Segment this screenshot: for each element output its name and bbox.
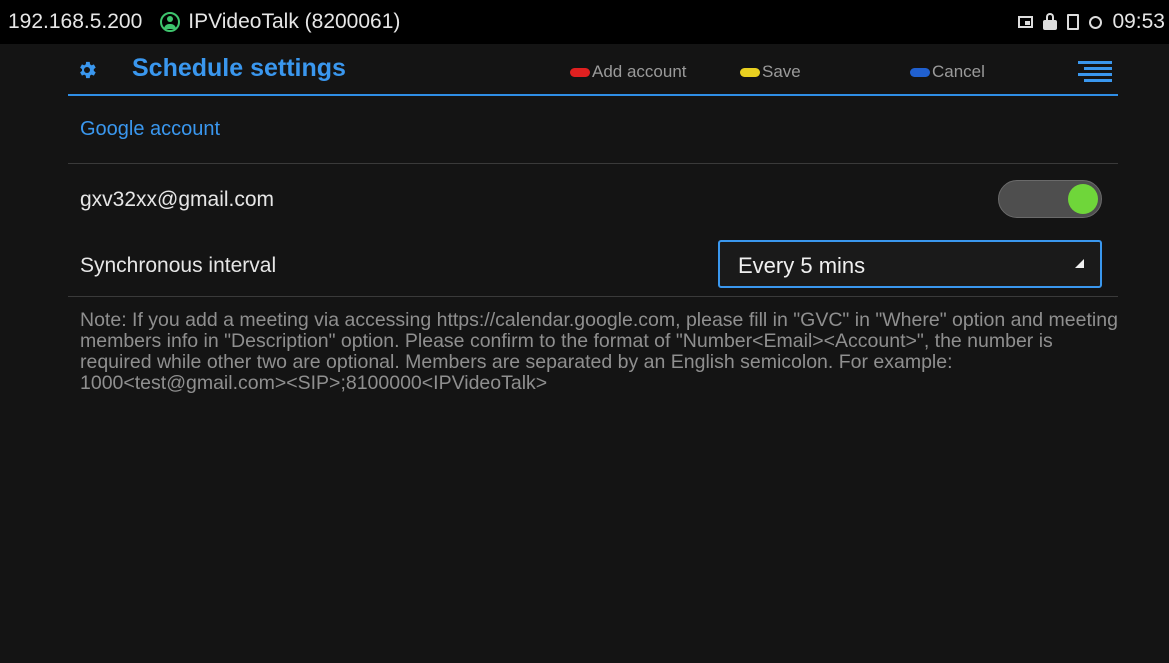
page-title: Schedule settings xyxy=(132,54,346,82)
save-label: Save xyxy=(762,62,801,81)
header: Schedule settings Add account Save Cance… xyxy=(68,44,1118,96)
sync-icon xyxy=(1089,15,1103,29)
sync-interval-label: Synchronous interval xyxy=(80,254,277,277)
status-bar: 192.168.5.200 IPVideoTalk (8200061) 09:5… xyxy=(0,0,1169,44)
screen-icon xyxy=(1018,16,1034,28)
save-button[interactable]: Save xyxy=(740,62,801,82)
dropdown-arrow-icon xyxy=(1075,259,1084,268)
menu-icon[interactable] xyxy=(1078,61,1112,83)
lock-icon xyxy=(1043,12,1058,30)
add-account-button[interactable]: Add account xyxy=(570,62,687,82)
add-account-label: Add account xyxy=(592,62,687,81)
blue-key-icon xyxy=(910,67,930,77)
divider xyxy=(68,163,1118,164)
section-title-google-account: Google account xyxy=(80,118,221,140)
sd-card-icon xyxy=(1067,14,1080,30)
account-email: gxv32xx@gmail.com xyxy=(80,188,275,211)
settings-screen: Schedule settings Add account Save Cance… xyxy=(0,44,1169,663)
gear-icon xyxy=(80,61,96,79)
sync-interval-select[interactable]: Every 5 mins xyxy=(718,240,1102,288)
toggle-knob xyxy=(1068,184,1098,214)
red-key-icon xyxy=(570,67,590,77)
ip-address: 192.168.5.200 xyxy=(8,10,143,33)
divider xyxy=(68,296,1118,297)
yellow-key-icon xyxy=(740,67,760,77)
account-icon xyxy=(160,12,181,32)
note-text: Note: If you add a meeting via accessing… xyxy=(80,309,1118,394)
account-toggle[interactable] xyxy=(998,180,1102,218)
account-status: IPVideoTalk (8200061) xyxy=(188,10,401,33)
cancel-label: Cancel xyxy=(932,62,985,81)
cancel-button[interactable]: Cancel xyxy=(910,62,985,82)
sync-interval-value: Every 5 mins xyxy=(738,253,866,278)
clock: 09:53 xyxy=(1112,10,1165,33)
